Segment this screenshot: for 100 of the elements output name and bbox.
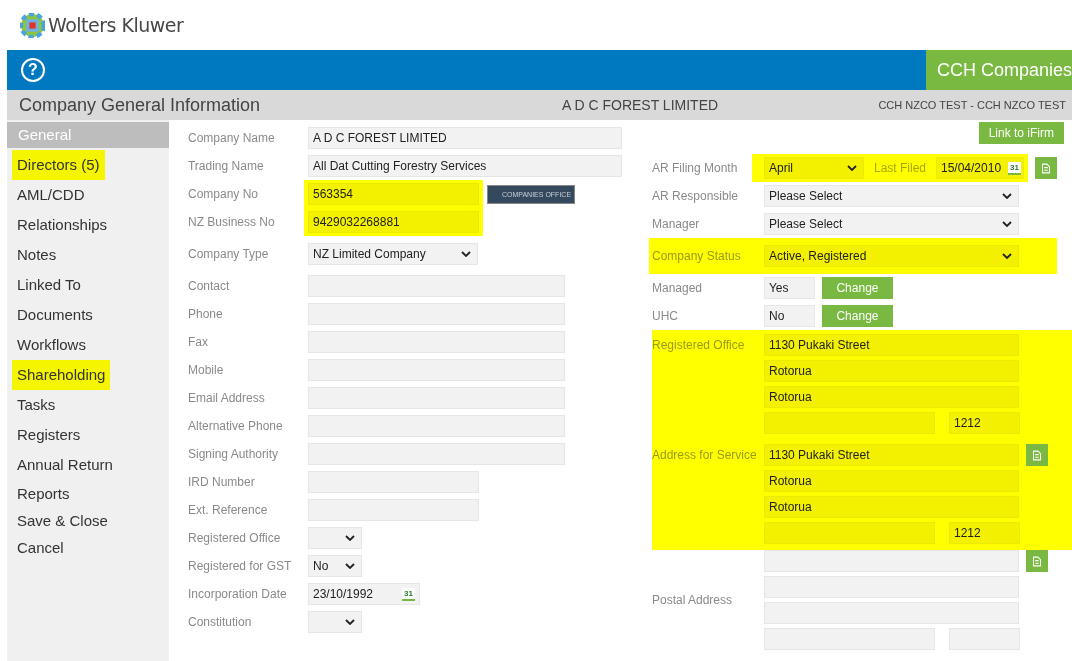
text-field[interactable] <box>948 628 1020 650</box>
text-field[interactable]: No <box>763 305 815 327</box>
dropdown[interactable]: Please Select <box>763 213 1019 235</box>
chevron-icon <box>1001 193 1012 199</box>
field-label: Managed <box>651 281 703 295</box>
copy-button[interactable] <box>1035 157 1057 179</box>
sidebar-item[interactable]: Shareholding <box>12 360 111 390</box>
field-label: Company No <box>187 187 259 201</box>
text-field[interactable] <box>307 443 565 465</box>
field-label: Registered for GST <box>187 559 293 573</box>
text-field[interactable]: Rotorua <box>763 470 1019 492</box>
field-label: Company Type <box>187 247 270 261</box>
field-label: NZ Business No <box>187 215 276 229</box>
calendar-icon[interactable]: 31 <box>402 587 415 601</box>
field-label: Address for Service <box>651 447 758 462</box>
field-label: Registered Office <box>651 337 746 352</box>
sidebar-item[interactable]: Directors (5) <box>12 150 105 180</box>
dropdown[interactable]: Active, Registered <box>763 245 1019 267</box>
dropdown[interactable] <box>307 527 362 549</box>
text-field[interactable]: 1212 <box>948 412 1020 434</box>
chevron-icon <box>344 563 355 569</box>
date-field[interactable]: 15/04/2010 31 <box>936 157 1024 179</box>
text-field[interactable]: Rotorua <box>763 496 1019 518</box>
text-field[interactable] <box>307 275 565 297</box>
text-field[interactable]: A D C FOREST LIMITED <box>307 127 622 149</box>
text-field[interactable]: 1130 Pukaki Street <box>763 334 1019 356</box>
text-field[interactable] <box>307 415 565 437</box>
sidebar-item[interactable]: Reports <box>12 480 75 507</box>
text-field[interactable] <box>763 628 935 650</box>
sidebar-item[interactable]: Tasks <box>12 390 61 420</box>
text-field[interactable] <box>307 359 565 381</box>
field-label: Company Name <box>187 131 276 145</box>
text-field[interactable] <box>307 499 479 521</box>
globe-icon <box>20 12 45 38</box>
text-field[interactable] <box>307 331 565 353</box>
field-label: AR Responsible <box>651 189 739 203</box>
sidebar-item[interactable]: AML/CDD <box>12 180 90 210</box>
field-label: IRD Number <box>187 475 256 489</box>
chevron-icon <box>460 251 471 257</box>
field-label: Trading Name <box>187 159 265 173</box>
help-icon[interactable]: ? <box>21 58 45 82</box>
field-label: Company Status <box>651 249 742 263</box>
text-field[interactable]: Rotorua <box>763 386 1019 408</box>
dropdown[interactable] <box>307 611 362 633</box>
chevron-icon <box>1001 221 1012 227</box>
sidebar-item[interactable]: Save & Close <box>12 507 113 534</box>
product-name: CCH Companies <box>926 50 1072 90</box>
field-label: Fax <box>187 335 209 349</box>
field-label: Postal Address <box>651 593 733 607</box>
field-label: Incorporation Date <box>187 587 288 601</box>
dropdown[interactable]: April <box>763 157 864 179</box>
sidebar-item[interactable]: Workflows <box>12 330 91 360</box>
field-label: Alternative Phone <box>187 419 284 433</box>
copy-button[interactable] <box>1025 444 1048 466</box>
field-label: Constitution <box>187 615 253 629</box>
calendar-icon[interactable]: 31 <box>1008 161 1021 175</box>
text-field[interactable] <box>307 387 565 409</box>
field-label: Manager <box>651 217 701 231</box>
field-label: AR Filing Month <box>651 161 739 175</box>
dropdown[interactable]: Please Select <box>763 185 1019 207</box>
field-label: Mobile <box>187 363 225 377</box>
field-label: Signing Authority <box>187 447 280 461</box>
document-icon <box>1039 161 1053 175</box>
sidebar-item[interactable]: Notes <box>12 240 62 270</box>
field-label: UHC <box>651 309 679 323</box>
text-field[interactable] <box>763 576 1019 598</box>
dropdown[interactable]: NZ Limited Company <box>307 243 478 265</box>
sidebar-item[interactable]: Documents <box>12 300 98 330</box>
text-field[interactable] <box>763 602 1019 624</box>
chevron-icon <box>846 165 857 171</box>
text-field[interactable] <box>307 471 479 493</box>
text-field[interactable]: Yes <box>763 277 815 299</box>
field-label: Contact <box>187 279 231 293</box>
text-field[interactable]: 563354 <box>307 183 479 205</box>
date-field[interactable]: 23/10/1992 31 <box>307 583 420 605</box>
field-label: Phone <box>187 307 224 321</box>
text-field[interactable] <box>763 550 1019 572</box>
chevron-icon <box>344 619 355 625</box>
copy-button[interactable] <box>1025 550 1048 572</box>
sidebar-item[interactable]: Registers <box>12 420 86 450</box>
sidebar-item[interactable]: Linked To <box>12 270 86 300</box>
logo: Wolters Kluwer <box>20 12 184 38</box>
text-field[interactable]: All Dat Cutting Forestry Services <box>307 155 622 177</box>
field-label: Last Filed <box>873 161 926 175</box>
dropdown[interactable]: No <box>307 555 362 577</box>
sidebar-item[interactable]: Annual Return <box>12 450 118 480</box>
page-title: Company General Information <box>19 94 262 116</box>
text-field[interactable]: 1130 Pukaki Street <box>763 444 1019 466</box>
field-label: Registered Office <box>187 531 282 545</box>
text-field[interactable] <box>307 303 565 325</box>
text-field[interactable]: 1212 <box>948 522 1020 544</box>
sidebar-item[interactable]: Cancel <box>12 534 69 561</box>
text-field[interactable]: 9429032268881 <box>307 211 479 233</box>
field-label: Email Address <box>187 391 266 405</box>
chevron-icon <box>344 535 355 541</box>
sidebar-item[interactable]: Relationships <box>12 210 113 240</box>
user-name: CCH NZCO TEST - CCH NZCO TEST <box>878 99 1066 111</box>
text-field[interactable]: Rotorua <box>763 360 1019 382</box>
field-label: Ext. Reference <box>187 503 269 517</box>
chevron-icon <box>1001 253 1012 259</box>
